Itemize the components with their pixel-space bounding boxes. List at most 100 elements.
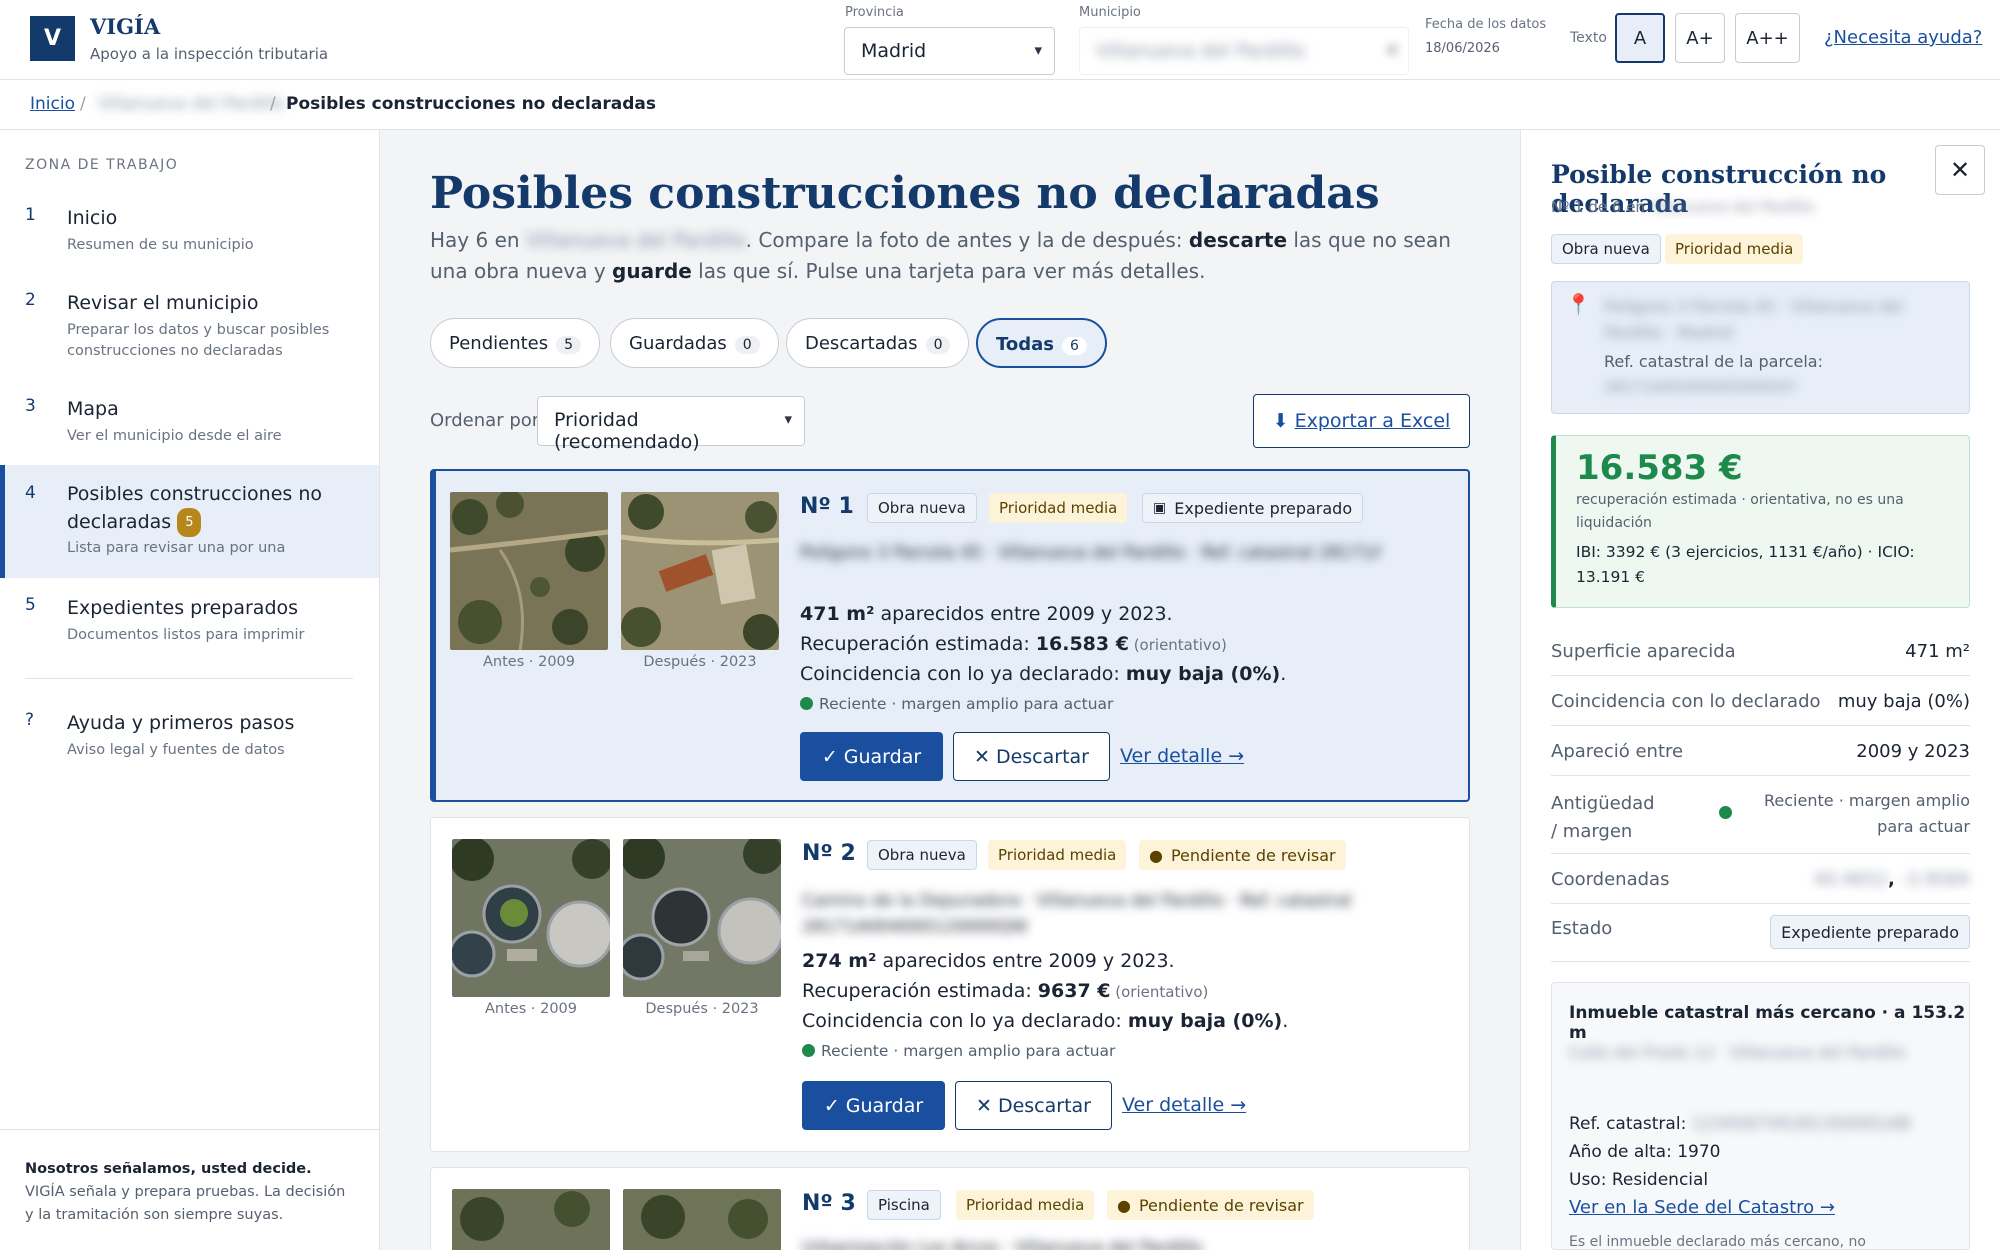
sidebar-item-mapa[interactable]: 3 Mapa Ver el municipio desde el aire bbox=[0, 396, 379, 456]
sort-select[interactable]: Prioridad (recomendado) ▾ bbox=[537, 396, 805, 453]
nav-desc: Documentos listos para imprimir bbox=[67, 627, 305, 643]
recovery-note: (orientativo) bbox=[1128, 636, 1227, 654]
after-caption: Después · 2023 bbox=[643, 654, 757, 670]
nearest-note: Es el inmueble declarado más cercano, no bbox=[1569, 1234, 1866, 1250]
nav-title: Inicio bbox=[67, 207, 118, 229]
panel-type-tag: Obra nueva bbox=[1551, 234, 1661, 264]
text-size-xlarge-button[interactable]: A++ bbox=[1735, 13, 1800, 63]
data-date-label: Fecha de los datos bbox=[1425, 17, 1547, 32]
bullet-icon: ● bbox=[1117, 1195, 1131, 1215]
row-key: Coordenadas bbox=[1551, 869, 1670, 890]
intro-bold: descarte bbox=[1188, 228, 1288, 252]
app-subtitle: Apoyo a la inspección tributaria bbox=[90, 45, 329, 63]
nav-desc: Resumen de su municipio bbox=[67, 237, 254, 253]
before-image[interactable] bbox=[452, 1189, 610, 1250]
nearest-year: Año de alta: 1970 bbox=[1569, 1142, 1721, 1162]
panel-row: Coordenadas 40.4652, -3.9584 bbox=[1551, 854, 1970, 904]
help-link[interactable]: ¿Necesita ayuda? bbox=[1824, 27, 1982, 48]
intro-municipio: Villanueva del Pardillo bbox=[525, 228, 746, 252]
sidebar-item-inicio[interactable]: 1 Inicio Resumen de su municipio bbox=[0, 205, 379, 265]
breadcrumb-municipio[interactable]: Villanueva del Pardillo bbox=[98, 94, 285, 114]
recency-text: Reciente · margen amplio para actuar bbox=[821, 1042, 1116, 1060]
card-coincidence: Coincidencia con lo ya declarado: muy ba… bbox=[802, 1010, 1288, 1032]
candidate-card[interactable]: Antes · 2009 Después · 2023 Nº 1 Obra nu… bbox=[430, 469, 1470, 802]
panel-row: Antigüedad / margen Reciente · margen am… bbox=[1551, 776, 1970, 854]
nav-desc: Aviso legal y fuentes de datos bbox=[67, 742, 285, 758]
after-image[interactable] bbox=[623, 839, 781, 997]
text-size-normal-button[interactable]: A bbox=[1615, 13, 1665, 63]
nav-title: Expedientes preparados bbox=[67, 597, 299, 619]
after-image[interactable] bbox=[623, 1189, 781, 1250]
panel-ref-value: 28171A003000450000XY bbox=[1604, 378, 1796, 396]
intro-text: las que sí. Pulse una tarjeta para ver m… bbox=[691, 259, 1206, 283]
breadcrumb-separator: / bbox=[80, 94, 86, 114]
tab-count: 0 bbox=[734, 336, 760, 354]
tab-descartadas[interactable]: Descartadas 0 bbox=[786, 318, 970, 368]
export-excel-button[interactable]: ⬇ Exportar a Excel bbox=[1253, 394, 1470, 448]
tab-label: Todas bbox=[996, 334, 1054, 355]
save-button[interactable]: ✓ Guardar bbox=[800, 732, 943, 781]
page-intro: Hay 6 en Villanueva del Pardillo. Compar… bbox=[430, 225, 1470, 287]
nav-title: Mapa bbox=[67, 398, 119, 420]
tab-count: 0 bbox=[925, 336, 951, 354]
candidate-card[interactable]: Antes · 2009 Después · 2023 Nº 2 Obra nu… bbox=[430, 817, 1470, 1152]
coincidence-label: Coincidencia con lo ya declarado: bbox=[800, 663, 1126, 685]
card-number: Nº 3 bbox=[802, 1191, 856, 1216]
save-button[interactable]: ✓ Guardar bbox=[802, 1081, 945, 1130]
breadcrumb: Inicio / Villanueva del Pardillo / Posib… bbox=[0, 80, 2000, 130]
text-size-large-button[interactable]: A+ bbox=[1675, 13, 1725, 63]
area-value: 471 m² bbox=[800, 603, 875, 625]
top-header: V VIGÍA Apoyo a la inspección tributaria… bbox=[0, 0, 2000, 80]
coord-lat: 40.4652 bbox=[1813, 869, 1888, 890]
intro-text: Hay 6 en bbox=[430, 228, 526, 252]
status-tag: Expediente preparado bbox=[1770, 915, 1970, 949]
breadcrumb-home[interactable]: Inicio bbox=[30, 94, 75, 114]
recovery-note: (orientativo) bbox=[1110, 983, 1209, 1001]
card-number: Nº 1 bbox=[800, 494, 854, 519]
download-icon: ⬇ bbox=[1272, 410, 1289, 432]
tab-label: Pendientes bbox=[449, 333, 549, 354]
footer-bold: Nosotros señalamos, usted decide. bbox=[25, 1161, 312, 1177]
row-value: 40.4652, -3.9584 bbox=[1814, 869, 1971, 890]
panel-subtitle: Nº 1 de 6 en Villanueva del Pardillo bbox=[1551, 198, 1815, 216]
nearest-property-box: Inmueble catastral más cercano · a 153.2… bbox=[1551, 982, 1970, 1250]
after-image[interactable] bbox=[621, 492, 779, 650]
type-tag: Obra nueva bbox=[867, 493, 977, 523]
tab-todas[interactable]: Todas 6 bbox=[976, 318, 1107, 368]
footer-text: VIGÍA señala y prepara pruebas. La decis… bbox=[25, 1184, 346, 1223]
panel-row: Coincidencia con lo declarado muy baja (… bbox=[1551, 676, 1970, 726]
tab-pendientes[interactable]: Pendientes 5 bbox=[430, 318, 601, 368]
chevron-down-icon: ▾ bbox=[1388, 41, 1396, 59]
municipio-select[interactable]: Villanueva del Pardillo ▾ bbox=[1079, 27, 1409, 75]
discard-button[interactable]: ✕ Descartar bbox=[953, 732, 1110, 781]
sort-label: Ordenar por bbox=[430, 410, 540, 431]
before-image[interactable] bbox=[450, 492, 608, 650]
data-date-value: 18/06/2026 bbox=[1425, 41, 1500, 56]
app-logo: V bbox=[30, 16, 75, 61]
status-text: Expediente preparado bbox=[1174, 498, 1353, 518]
page-title: Posibles construcciones no declaradas bbox=[430, 168, 1380, 219]
sidebar-item-revisar[interactable]: 2 Revisar el municipio Preparar los dato… bbox=[0, 290, 379, 370]
panel-row: Estado Expediente preparado bbox=[1551, 904, 1970, 962]
before-image[interactable] bbox=[452, 839, 610, 997]
chevron-down-icon: ▾ bbox=[1034, 41, 1042, 59]
catastro-link[interactable]: Ver en la Sede del Catastro → bbox=[1569, 1197, 1835, 1218]
discard-button[interactable]: ✕ Descartar bbox=[955, 1081, 1112, 1130]
recency-indicator: Reciente · margen amplio para actuar bbox=[802, 1042, 1115, 1060]
provincia-select[interactable]: Madrid ▾ bbox=[844, 27, 1055, 75]
folder-icon: ▣ bbox=[1153, 500, 1167, 516]
candidate-card[interactable]: Nº 3 Piscina Prioridad media ● Pendiente … bbox=[430, 1167, 1470, 1250]
tab-guardadas[interactable]: Guardadas 0 bbox=[610, 318, 779, 368]
sidebar: ZONA DE TRABAJO 1 Inicio Resumen de su m… bbox=[0, 130, 380, 1250]
nav-title: Ayuda y primeros pasos bbox=[67, 712, 295, 734]
nav-number: 5 bbox=[25, 595, 36, 615]
export-label: Exportar a Excel bbox=[1294, 410, 1451, 432]
sidebar-item-construcciones[interactable]: 4 Posibles construcciones no declaradas 5… bbox=[0, 465, 379, 578]
view-detail-link[interactable]: Ver detalle → bbox=[1120, 745, 1244, 767]
sidebar-item-expedientes[interactable]: 5 Expedientes preparados Documentos list… bbox=[0, 595, 379, 655]
view-detail-link[interactable]: Ver detalle → bbox=[1122, 1094, 1246, 1116]
row-key: Superficie aparecida bbox=[1551, 641, 1736, 662]
recovery-label: Recuperación estimada: bbox=[802, 980, 1038, 1002]
type-tag: Piscina bbox=[867, 1190, 941, 1220]
sidebar-item-ayuda[interactable]: ? Ayuda y primeros pasos Aviso legal y f… bbox=[0, 710, 379, 770]
